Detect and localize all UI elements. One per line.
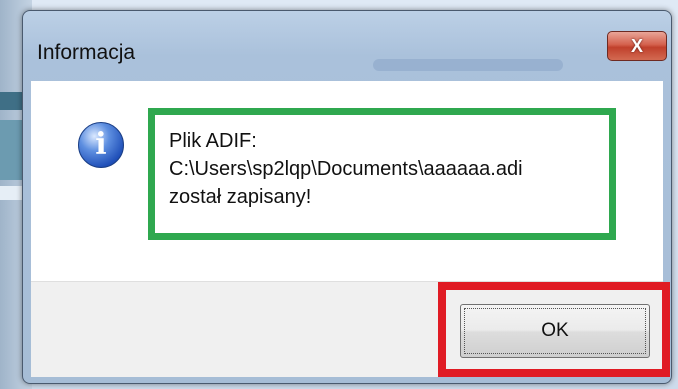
message-line-path: C:\Users\sp2lqp\Documents\aaaaaa.adi xyxy=(169,158,523,180)
dialog-titlebar[interactable]: Informacja X xyxy=(23,11,671,77)
close-icon: X xyxy=(630,35,643,56)
focus-rectangle xyxy=(464,308,646,354)
dialog-title: Informacja xyxy=(37,41,136,64)
close-button[interactable]: X xyxy=(607,31,667,61)
message-line-title: Plik ADIF: xyxy=(169,130,257,152)
message-line-status: został zapisany! xyxy=(169,186,312,208)
info-icon: i xyxy=(78,122,124,168)
message-text-highlight: Plik ADIF: C:\Users\sp2lqp\Documents\aaa… xyxy=(148,108,616,240)
background-title-blur xyxy=(373,59,563,71)
ok-button[interactable]: OK xyxy=(460,304,650,358)
